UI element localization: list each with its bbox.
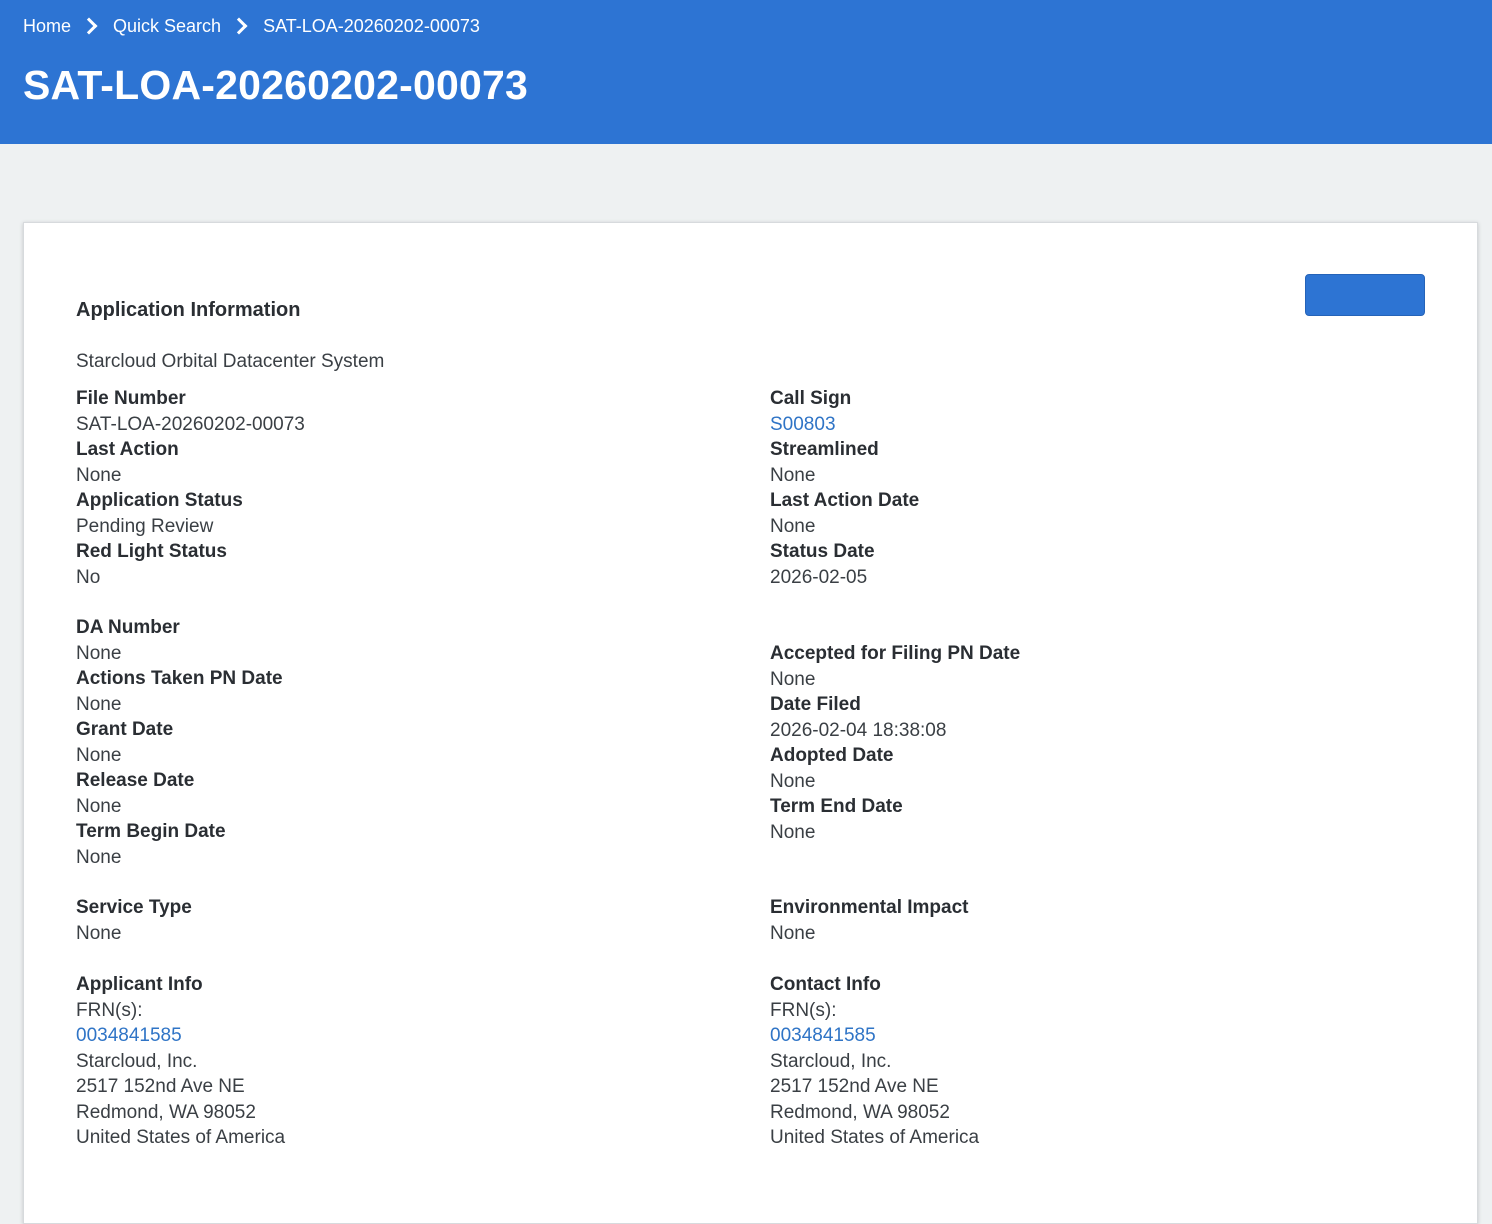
field-value: No bbox=[76, 566, 101, 588]
applicant-address-line1: 2517 152nd Ave NE bbox=[76, 1076, 245, 1097]
service-type-field: Service Type None bbox=[76, 895, 192, 946]
contact-country: United States of America bbox=[770, 1127, 980, 1148]
last-action-field: Last Action None bbox=[76, 437, 179, 488]
application-subtitle: Starcloud Orbital Datacenter System bbox=[76, 351, 385, 372]
field-label: Release Date bbox=[76, 770, 195, 791]
contact-info-label: Contact Info bbox=[770, 974, 881, 995]
release-date-field: Release Date None bbox=[76, 768, 194, 819]
field-label: Status Date bbox=[770, 541, 875, 562]
section-title: Application Information bbox=[76, 299, 301, 321]
field-value: None bbox=[76, 744, 122, 766]
field-value: Pending Review bbox=[76, 515, 214, 537]
field-label: Red Light Status bbox=[76, 541, 227, 562]
field-label: Actions Taken PN Date bbox=[76, 668, 283, 689]
applicant-name: Starcloud, Inc. bbox=[76, 1050, 198, 1072]
grant-date-field: Grant Date None bbox=[76, 717, 173, 768]
contact-address-line1: 2517 152nd Ave NE bbox=[770, 1076, 939, 1097]
field-value: None bbox=[76, 795, 122, 817]
field-value: None bbox=[770, 770, 816, 792]
applicant-address-line2: Redmond, WA 98052 bbox=[76, 1101, 256, 1123]
field-label: Term End Date bbox=[770, 796, 903, 817]
breadcrumb-quick-search-link[interactable]: Quick Search bbox=[113, 16, 221, 37]
field-label: Call Sign bbox=[770, 388, 852, 409]
contact-address-line2: Redmond, WA 98052 bbox=[770, 1101, 950, 1123]
field-label: Application Status bbox=[76, 490, 243, 511]
field-label: File Number bbox=[76, 388, 186, 409]
actions-taken-pn-date-field: Actions Taken PN Date None bbox=[76, 666, 283, 717]
applicant-country: United States of America bbox=[76, 1127, 286, 1148]
adopted-date-field: Adopted Date None bbox=[770, 743, 894, 794]
field-value: None bbox=[76, 846, 122, 868]
action-button[interactable] bbox=[1305, 274, 1425, 316]
field-value: None bbox=[770, 821, 816, 843]
field-label: Accepted for Filing PN Date bbox=[770, 643, 1021, 664]
field-label: Last Action Date bbox=[770, 490, 920, 511]
breadcrumb-current: SAT-LOA-20260202-00073 bbox=[263, 15, 480, 36]
field-value: 2026-02-04 18:38:08 bbox=[770, 719, 947, 741]
frn-label: FRN(s): bbox=[76, 999, 143, 1021]
field-label: Term Begin Date bbox=[76, 821, 226, 842]
date-filed-field: Date Filed 2026-02-04 18:38:08 bbox=[770, 692, 946, 743]
breadcrumb-home-link[interactable]: Home bbox=[23, 16, 71, 37]
chevron-right-icon bbox=[80, 17, 98, 35]
field-label: Date Filed bbox=[770, 694, 861, 715]
field-value: None bbox=[770, 922, 816, 944]
da-number-field: DA Number None bbox=[76, 615, 180, 666]
breadcrumb: Home Quick Search SAT-LOA-20260202-00073 bbox=[23, 14, 480, 38]
page-title: SAT-LOA-20260202-00073 bbox=[23, 62, 529, 108]
status-date-field: Status Date 2026-02-05 bbox=[770, 539, 875, 590]
page-header: Home Quick Search SAT-LOA-20260202-00073… bbox=[0, 0, 1492, 144]
term-end-date-field: Term End Date None bbox=[770, 794, 903, 845]
contact-name: Starcloud, Inc. bbox=[770, 1050, 892, 1072]
applicant-frn-link[interactable]: 0034841585 bbox=[76, 1025, 182, 1046]
applicant-info-label: Applicant Info bbox=[76, 974, 203, 995]
application-status-field: Application Status Pending Review bbox=[76, 488, 243, 539]
frn-label: FRN(s): bbox=[770, 999, 837, 1021]
streamlined-field: Streamlined None bbox=[770, 437, 879, 488]
call-sign-field: Call Sign S00803 bbox=[770, 386, 851, 437]
accepted-pn-date-field: Accepted for Filing PN Date None bbox=[770, 641, 1020, 692]
field-value: SAT-LOA-20260202-00073 bbox=[76, 413, 305, 435]
field-value: None bbox=[76, 693, 122, 715]
application-info-card: Application Information Starcloud Orbita… bbox=[23, 222, 1478, 1224]
field-value: None bbox=[770, 464, 816, 486]
field-label: Environmental Impact bbox=[770, 897, 969, 918]
file-number-field: File Number SAT-LOA-20260202-00073 bbox=[76, 386, 305, 437]
field-label: Streamlined bbox=[770, 439, 879, 460]
environmental-impact-field: Environmental Impact None bbox=[770, 895, 969, 946]
chevron-right-icon bbox=[230, 17, 248, 35]
field-value: None bbox=[770, 668, 816, 690]
field-label: Service Type bbox=[76, 897, 192, 918]
field-value: 2026-02-05 bbox=[770, 566, 868, 588]
field-label: Adopted Date bbox=[770, 745, 894, 766]
field-label: Grant Date bbox=[76, 719, 174, 740]
contact-frn-link[interactable]: 0034841585 bbox=[770, 1025, 876, 1046]
field-value: None bbox=[76, 642, 122, 664]
last-action-date-field: Last Action Date None bbox=[770, 488, 919, 539]
field-value: None bbox=[76, 464, 122, 486]
call-sign-link[interactable]: S00803 bbox=[770, 414, 836, 435]
term-begin-date-field: Term Begin Date None bbox=[76, 819, 226, 870]
field-label: DA Number bbox=[76, 617, 180, 638]
red-light-status-field: Red Light Status No bbox=[76, 539, 227, 590]
contact-info: Contact Info FRN(s): 0034841585 Starclou… bbox=[770, 972, 979, 1151]
field-value: None bbox=[76, 922, 122, 944]
field-value: None bbox=[770, 515, 816, 537]
field-label: Last Action bbox=[76, 439, 179, 460]
applicant-info: Applicant Info FRN(s): 0034841585 Starcl… bbox=[76, 972, 285, 1151]
